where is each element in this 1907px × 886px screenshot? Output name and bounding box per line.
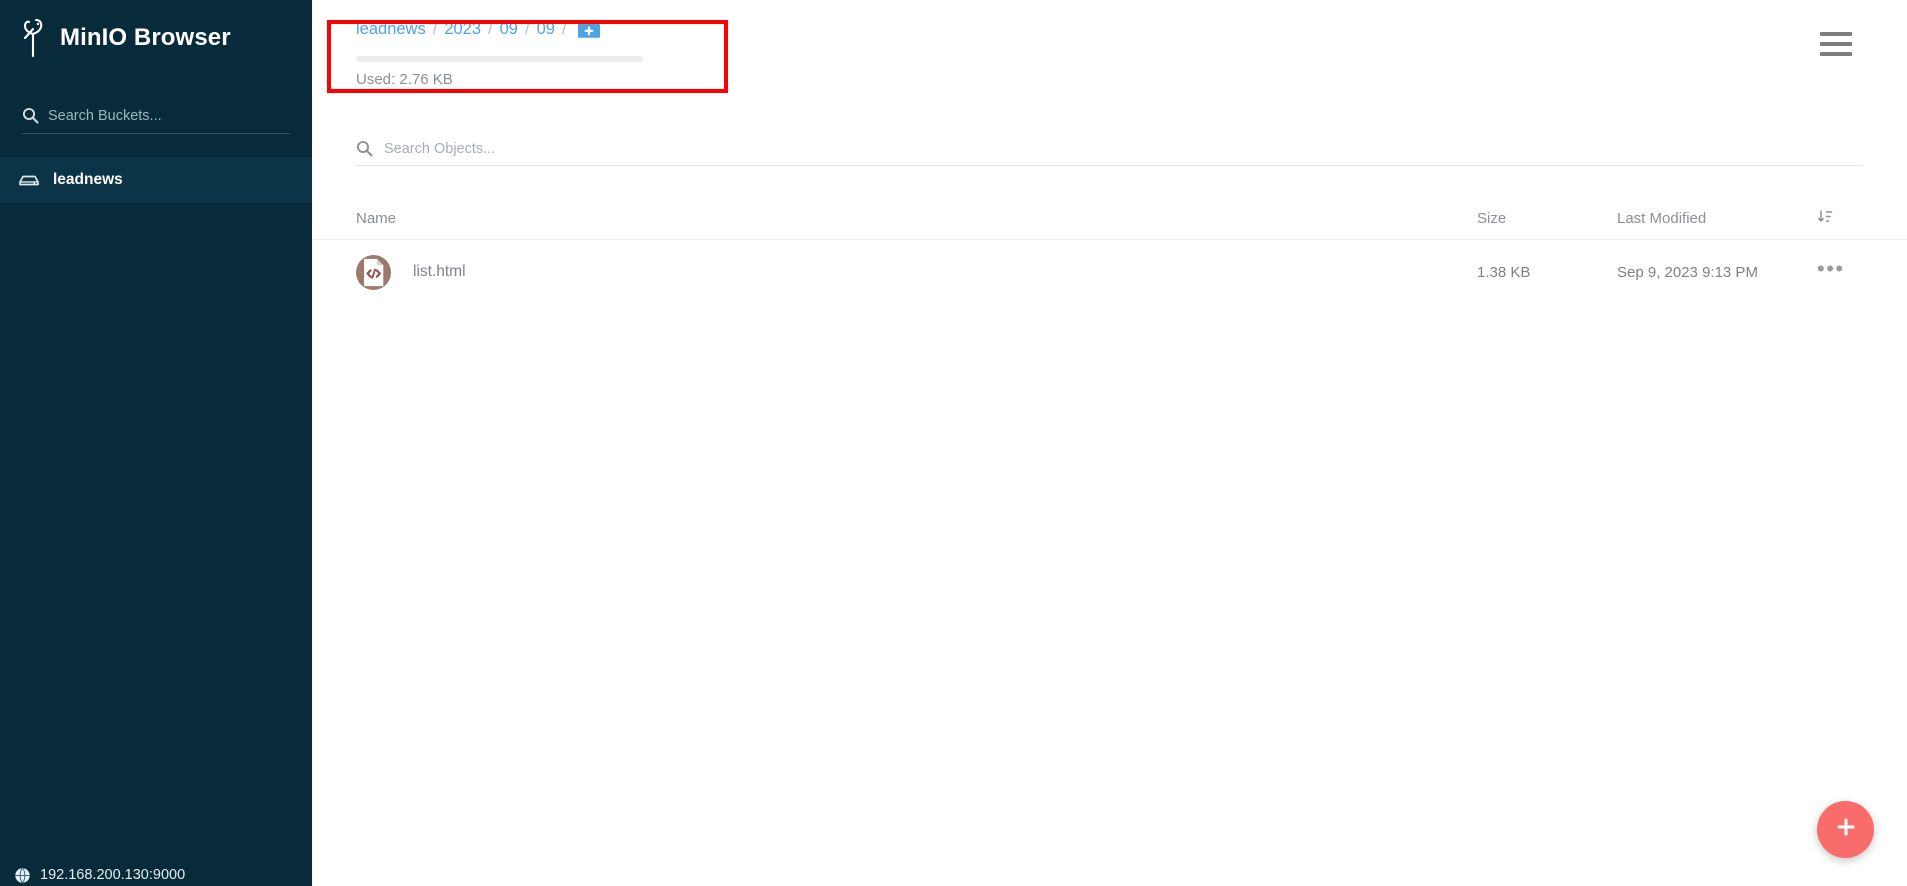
breadcrumb-item-bucket[interactable]: leadnews — [356, 20, 426, 39]
search-icon — [356, 140, 373, 157]
storage-usage-label: Used: 2.76 KB — [356, 71, 453, 88]
add-button-fab[interactable] — [1817, 801, 1874, 858]
search-icon — [22, 107, 39, 124]
breadcrumb-separator: / — [432, 19, 438, 38]
brand-title: MinIO Browser — [60, 24, 231, 51]
sidebar: MinIO Browser leadnews — [0, 0, 312, 886]
globe-icon — [14, 867, 31, 884]
html-file-icon — [356, 254, 391, 290]
breadcrumb-separator: / — [524, 19, 530, 38]
main-content: leadnews / 2023 / 09 / 09 / Used: 2.76 K… — [312, 0, 1907, 886]
breadcrumb-item-year[interactable]: 2023 — [444, 20, 481, 39]
column-header-sort[interactable] — [1817, 208, 1877, 229]
row-overflow-menu-icon[interactable]: ••• — [1817, 256, 1845, 281]
file-size-label: 1.38 KB — [1477, 263, 1531, 281]
hamburger-bar — [1820, 32, 1852, 36]
breadcrumb-item-day[interactable]: 09 — [537, 20, 555, 39]
folder-plus-icon[interactable] — [577, 20, 601, 39]
hamburger-bar — [1820, 42, 1852, 46]
file-last-modified-label: Sep 9, 2023 9:13 PM — [1617, 263, 1758, 281]
table-header-row: Name Size Last Modified — [312, 198, 1907, 240]
column-header-name[interactable]: Name — [356, 210, 1477, 227]
search-objects-input[interactable] — [384, 140, 1863, 157]
search-buckets-input[interactable] — [48, 107, 290, 124]
hamburger-bar — [1820, 52, 1852, 56]
minio-browser-app: MinIO Browser leadnews — [0, 0, 1907, 886]
file-name-cell[interactable]: list.html — [356, 254, 1477, 290]
storage-usage-bar — [356, 56, 643, 62]
plus-icon — [1834, 815, 1858, 844]
sidebar-footer: 192.168.200.130:9000 — [0, 858, 312, 886]
bucket-list: leadnews — [0, 157, 312, 203]
breadcrumb-separator: / — [561, 19, 567, 38]
topbar: leadnews / 2023 / 09 / 09 / Used: 2.76 K… — [312, 0, 1907, 112]
breadcrumb-item-month[interactable]: 09 — [500, 20, 518, 39]
breadcrumb-separator: / — [488, 19, 493, 38]
file-name-label: list.html — [413, 263, 466, 280]
sidebar-item-label: leadnews — [53, 171, 123, 188]
brand-header: MinIO Browser — [0, 0, 312, 76]
hamburger-menu-icon[interactable] — [1820, 32, 1852, 56]
breadcrumb: leadnews / 2023 / 09 / 09 / — [356, 0, 1907, 58]
row-actions-cell[interactable]: ••• — [1817, 258, 1877, 281]
bucket-icon — [18, 169, 40, 191]
sidebar-item-leadnews[interactable]: leadnews — [0, 157, 312, 203]
bucket-search[interactable] — [22, 98, 290, 134]
column-header-size[interactable]: Size — [1477, 210, 1617, 227]
object-search[interactable] — [356, 132, 1863, 166]
minio-flamingo-logo-icon — [16, 16, 50, 60]
column-header-last-modified[interactable]: Last Modified — [1617, 210, 1817, 227]
object-table: Name Size Last Modified list.html 1.38 K… — [312, 198, 1907, 304]
sort-icon[interactable] — [1817, 208, 1834, 225]
table-row[interactable]: list.html 1.38 KB Sep 9, 2023 9:13 PM ••… — [312, 240, 1907, 304]
server-host-label: 192.168.200.130:9000 — [40, 867, 186, 883]
